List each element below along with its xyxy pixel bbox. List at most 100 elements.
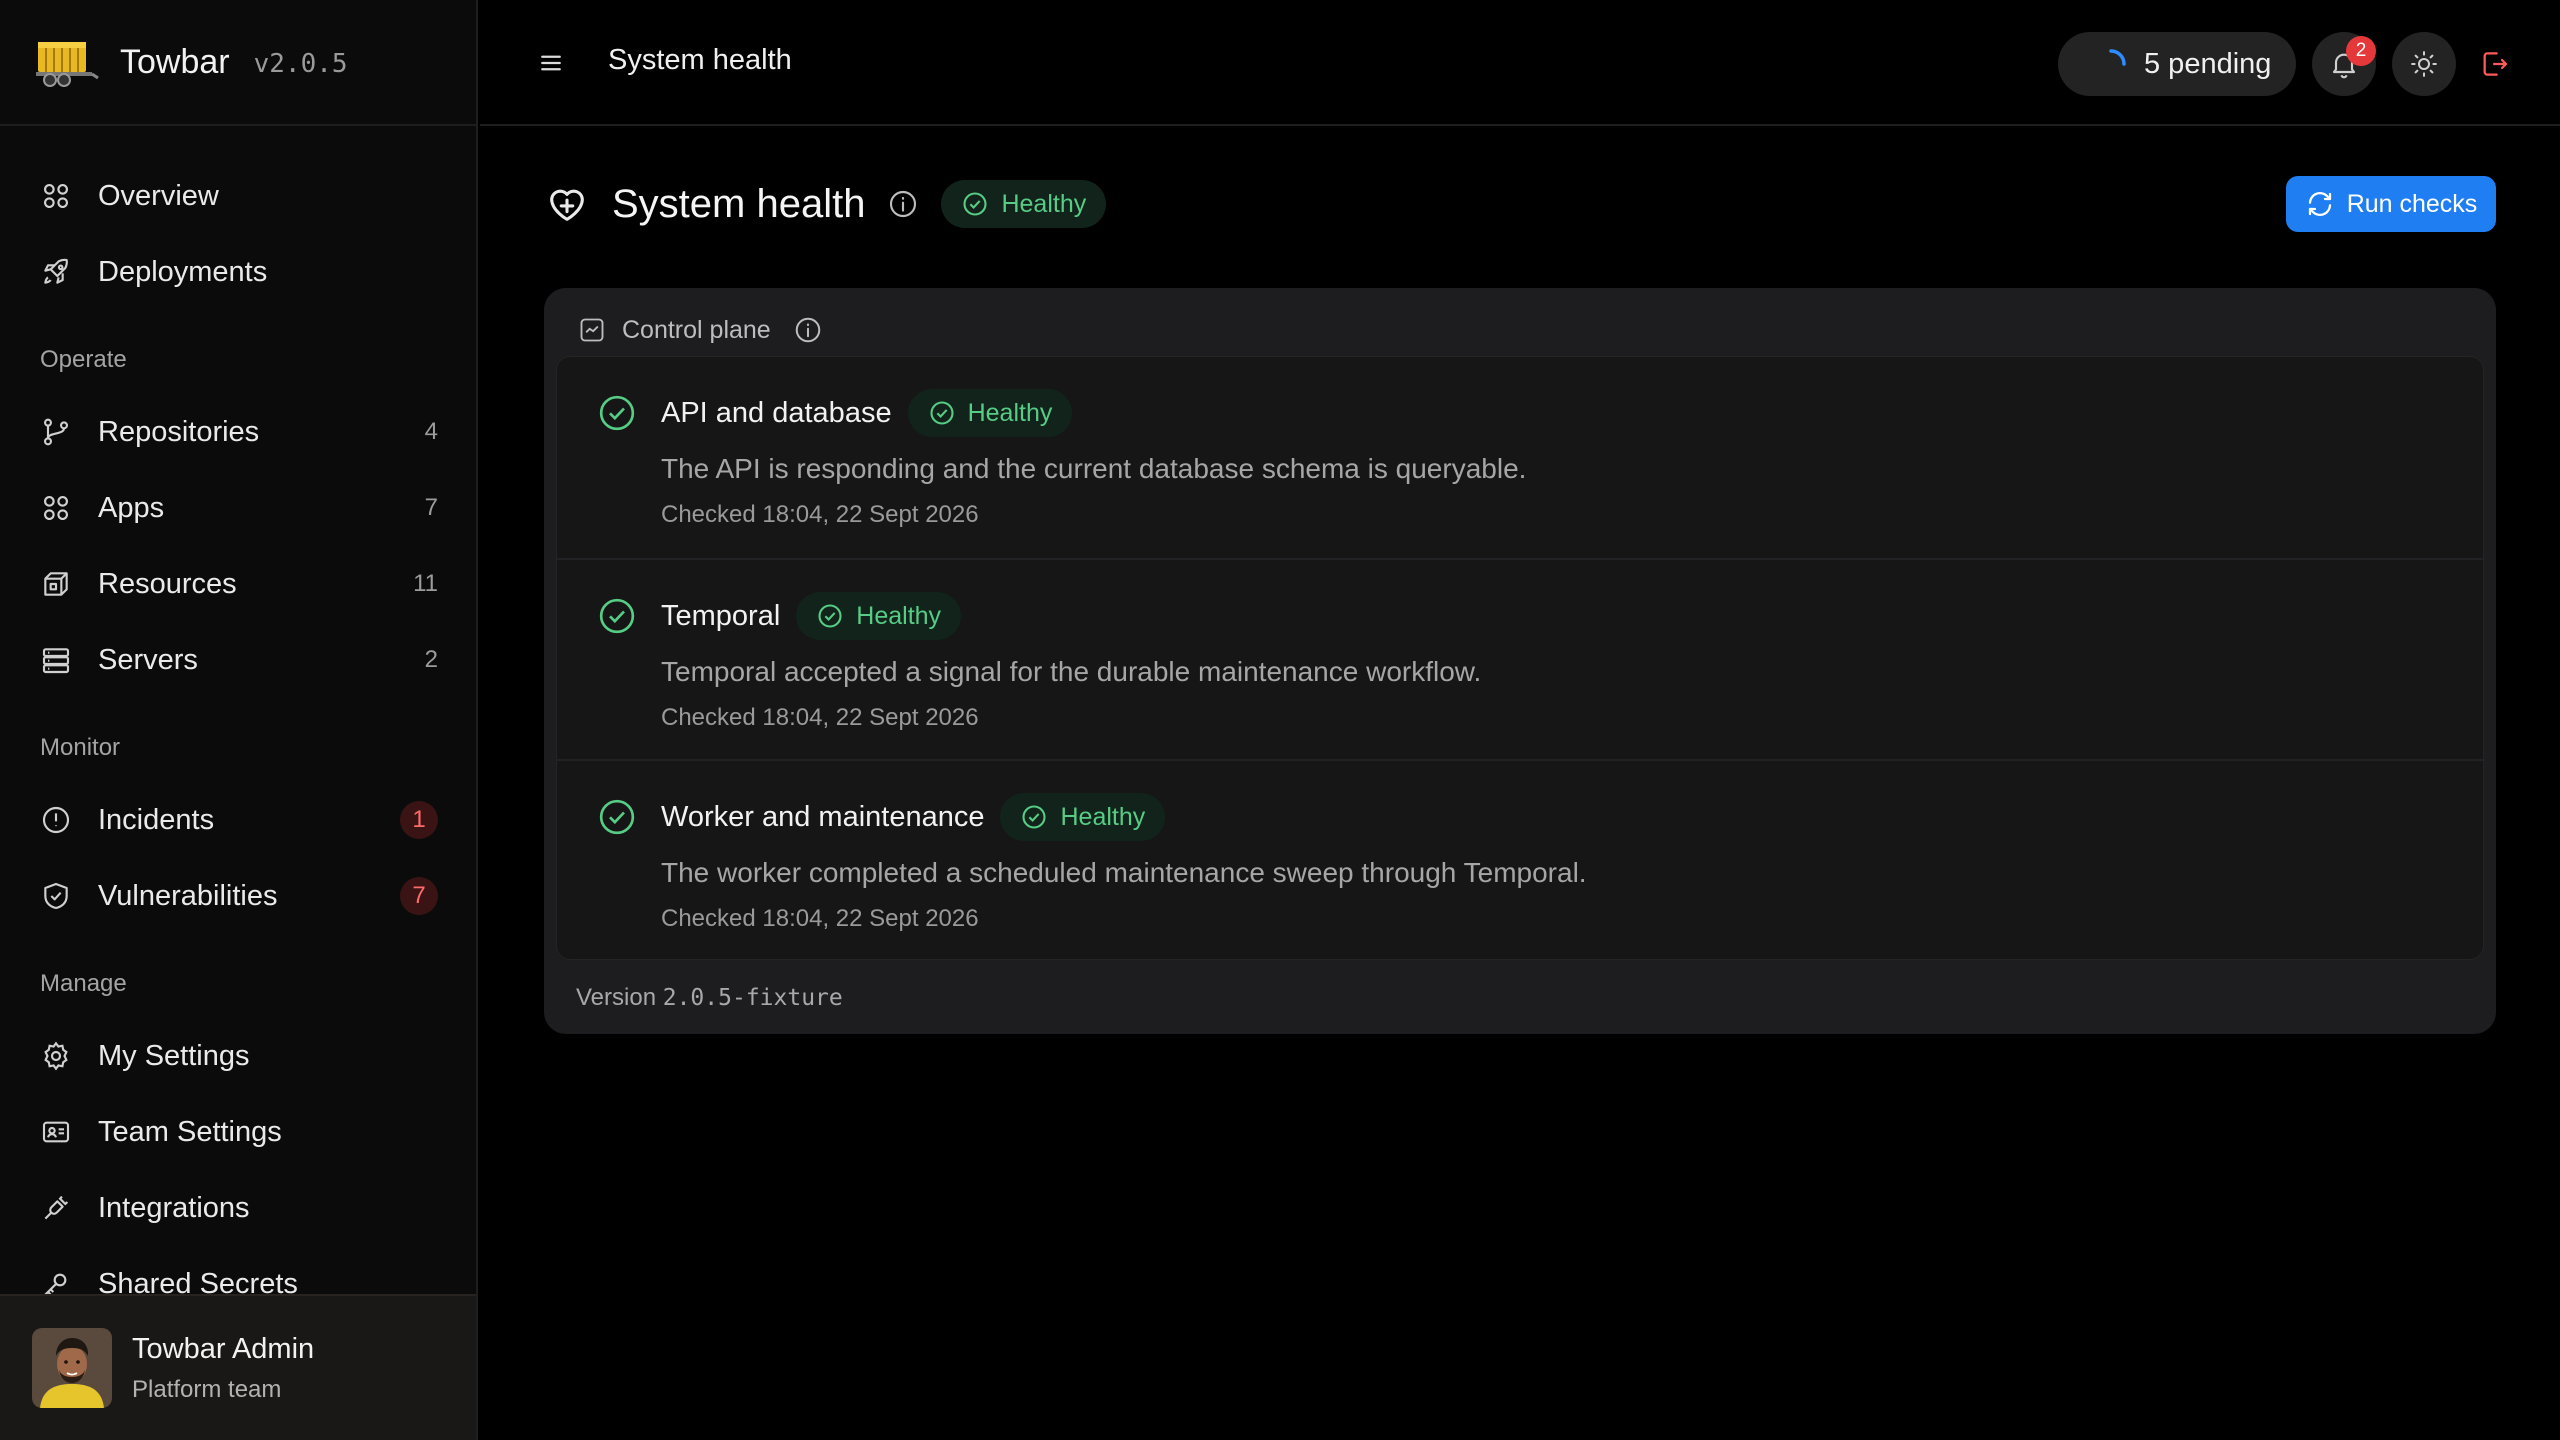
sidebar-item-label: Team Settings bbox=[98, 1115, 282, 1148]
shield-check-icon bbox=[40, 880, 72, 912]
topbar: System health 5 pending 2 bbox=[480, 0, 2560, 126]
vulnerability-count-badge: 7 bbox=[400, 877, 438, 915]
brand[interactable]: Towbar v2.0.5 bbox=[0, 0, 476, 126]
notification-count-badge: 2 bbox=[2346, 36, 2376, 66]
sidebar-item-label: Incidents bbox=[98, 803, 215, 836]
run-checks-button[interactable]: Run checks bbox=[2286, 176, 2496, 232]
section-title-operate: Operate bbox=[40, 346, 127, 373]
sidebar-item-label: Vulnerabilities bbox=[98, 879, 278, 912]
check-header: API and database Healthy bbox=[661, 387, 1073, 439]
status-label: Healthy bbox=[1060, 802, 1146, 831]
check-circle-icon bbox=[597, 393, 637, 433]
panel-header: Control plane bbox=[578, 306, 823, 354]
notifications-button[interactable]: 2 bbox=[2312, 32, 2376, 96]
check-description: Temporal accepted a signal for the durab… bbox=[661, 656, 1482, 687]
status-badge: Healthy bbox=[1000, 793, 1166, 841]
status-label: Healthy bbox=[856, 601, 942, 630]
section-title-monitor: Monitor bbox=[40, 734, 121, 761]
activity-chart-icon bbox=[578, 316, 606, 344]
check-timestamp: Checked 18:04, 22 Sept 2026 bbox=[661, 501, 979, 528]
box-icon bbox=[40, 568, 72, 600]
incident-count-badge: 1 bbox=[400, 801, 438, 839]
version-footer: Version 2.0.5-fixture bbox=[576, 984, 843, 1012]
sidebar-item-label: Deployments bbox=[98, 255, 268, 288]
sidebar-item-team-settings[interactable]: Team Settings bbox=[0, 1102, 478, 1162]
sidebar-item-label: Repositories bbox=[98, 415, 260, 448]
avatar bbox=[32, 1328, 112, 1408]
sidebar-item-label: My Settings bbox=[98, 1039, 250, 1072]
check-circle-icon bbox=[1022, 805, 1047, 829]
check-description: The worker completed a scheduled mainten… bbox=[661, 857, 1587, 888]
check-timestamp: Checked 18:04, 22 Sept 2026 bbox=[661, 905, 979, 932]
sidebar-item-servers[interactable]: Servers 2 bbox=[0, 630, 478, 690]
user-menu[interactable]: Towbar Admin Platform team bbox=[0, 1294, 476, 1440]
grid-icon bbox=[40, 180, 72, 212]
sidebar-item-resources[interactable]: Resources 11 bbox=[0, 554, 478, 614]
sidebar-item-label: Apps bbox=[98, 491, 165, 524]
sidebar: Towbar v2.0.5 Overview Deployments Opera… bbox=[0, 0, 478, 1440]
status-label: Healthy bbox=[967, 398, 1053, 427]
pending-label: 5 pending bbox=[2144, 47, 2272, 80]
check-name: Worker and maintenance bbox=[661, 800, 985, 833]
logout-icon[interactable] bbox=[2478, 48, 2510, 80]
control-plane-panel: Control plane API and database Healthy T bbox=[544, 288, 2496, 1034]
check-name: Temporal bbox=[661, 599, 781, 632]
sun-icon bbox=[2409, 49, 2439, 79]
info-icon[interactable] bbox=[887, 188, 919, 220]
check-circle-icon bbox=[597, 797, 637, 837]
check-timestamp: Checked 18:04, 22 Sept 2026 bbox=[661, 704, 979, 731]
check-name: API and database bbox=[661, 396, 892, 429]
info-icon[interactable] bbox=[793, 315, 823, 345]
sidebar-item-incidents[interactable]: Incidents 1 bbox=[0, 790, 478, 850]
status-badge: Healthy bbox=[796, 592, 962, 640]
sidebar-item-overview[interactable]: Overview bbox=[0, 166, 478, 226]
refresh-icon bbox=[2305, 189, 2335, 219]
check-circle-icon bbox=[963, 192, 988, 216]
server-icon bbox=[40, 644, 72, 676]
spinner-icon bbox=[2094, 47, 2128, 81]
sidebar-item-vulnerabilities[interactable]: Vulnerabilities 7 bbox=[0, 866, 478, 926]
app-name: Towbar bbox=[120, 42, 230, 81]
user-team: Platform team bbox=[132, 1375, 282, 1403]
check-header: Temporal Healthy bbox=[661, 590, 962, 642]
check-header: Worker and maintenance Healthy bbox=[661, 791, 1166, 843]
topbar-title: System health bbox=[608, 44, 792, 76]
item-count: 11 bbox=[413, 570, 438, 597]
list-item: Temporal Healthy Temporal accepted a sig… bbox=[557, 558, 2485, 760]
alert-circle-icon bbox=[40, 804, 72, 836]
theme-toggle-button[interactable] bbox=[2392, 32, 2456, 96]
list-item: Worker and maintenance Healthy The worke… bbox=[557, 759, 2485, 961]
item-count: 4 bbox=[424, 418, 438, 445]
version-value: 2.0.5-fixture bbox=[662, 985, 843, 1011]
user-name: Towbar Admin bbox=[132, 1332, 315, 1365]
pending-jobs-button[interactable]: 5 pending bbox=[2058, 32, 2296, 96]
sidebar-item-label: Overview bbox=[98, 179, 219, 212]
sidebar-item-repositories[interactable]: Repositories 4 bbox=[0, 402, 478, 462]
version-label: Version bbox=[576, 984, 657, 1011]
check-circle-icon bbox=[597, 596, 637, 636]
grid-icon bbox=[40, 492, 72, 524]
list-item: API and database Healthy The API is resp… bbox=[557, 357, 2485, 559]
trailer-logo-icon bbox=[32, 34, 100, 90]
plug-icon bbox=[40, 1192, 72, 1224]
gear-icon bbox=[40, 1040, 72, 1072]
check-circle-icon bbox=[930, 401, 954, 425]
checks-list: API and database Healthy The API is resp… bbox=[556, 356, 2485, 961]
heart-pulse-icon bbox=[544, 181, 590, 227]
section-title-manage: Manage bbox=[40, 970, 127, 997]
run-checks-label: Run checks bbox=[2346, 189, 2478, 218]
sidebar-item-label: Integrations bbox=[98, 1191, 250, 1224]
item-count: 2 bbox=[424, 646, 438, 673]
sidebar-item-deployments[interactable]: Deployments bbox=[0, 242, 478, 302]
sidebar-item-my-settings[interactable]: My Settings bbox=[0, 1026, 478, 1086]
status-label: Healthy bbox=[1001, 189, 1087, 218]
sidebar-item-apps[interactable]: Apps 7 bbox=[0, 478, 478, 538]
rocket-icon bbox=[40, 256, 72, 288]
page-title: System health bbox=[612, 181, 866, 226]
menu-icon[interactable] bbox=[536, 48, 566, 78]
status-badge: Healthy bbox=[941, 180, 1107, 228]
check-circle-icon bbox=[818, 604, 842, 628]
check-description: The API is responding and the current da… bbox=[661, 453, 1527, 484]
sidebar-item-label: Servers bbox=[98, 643, 198, 676]
sidebar-item-integrations[interactable]: Integrations bbox=[0, 1178, 478, 1238]
